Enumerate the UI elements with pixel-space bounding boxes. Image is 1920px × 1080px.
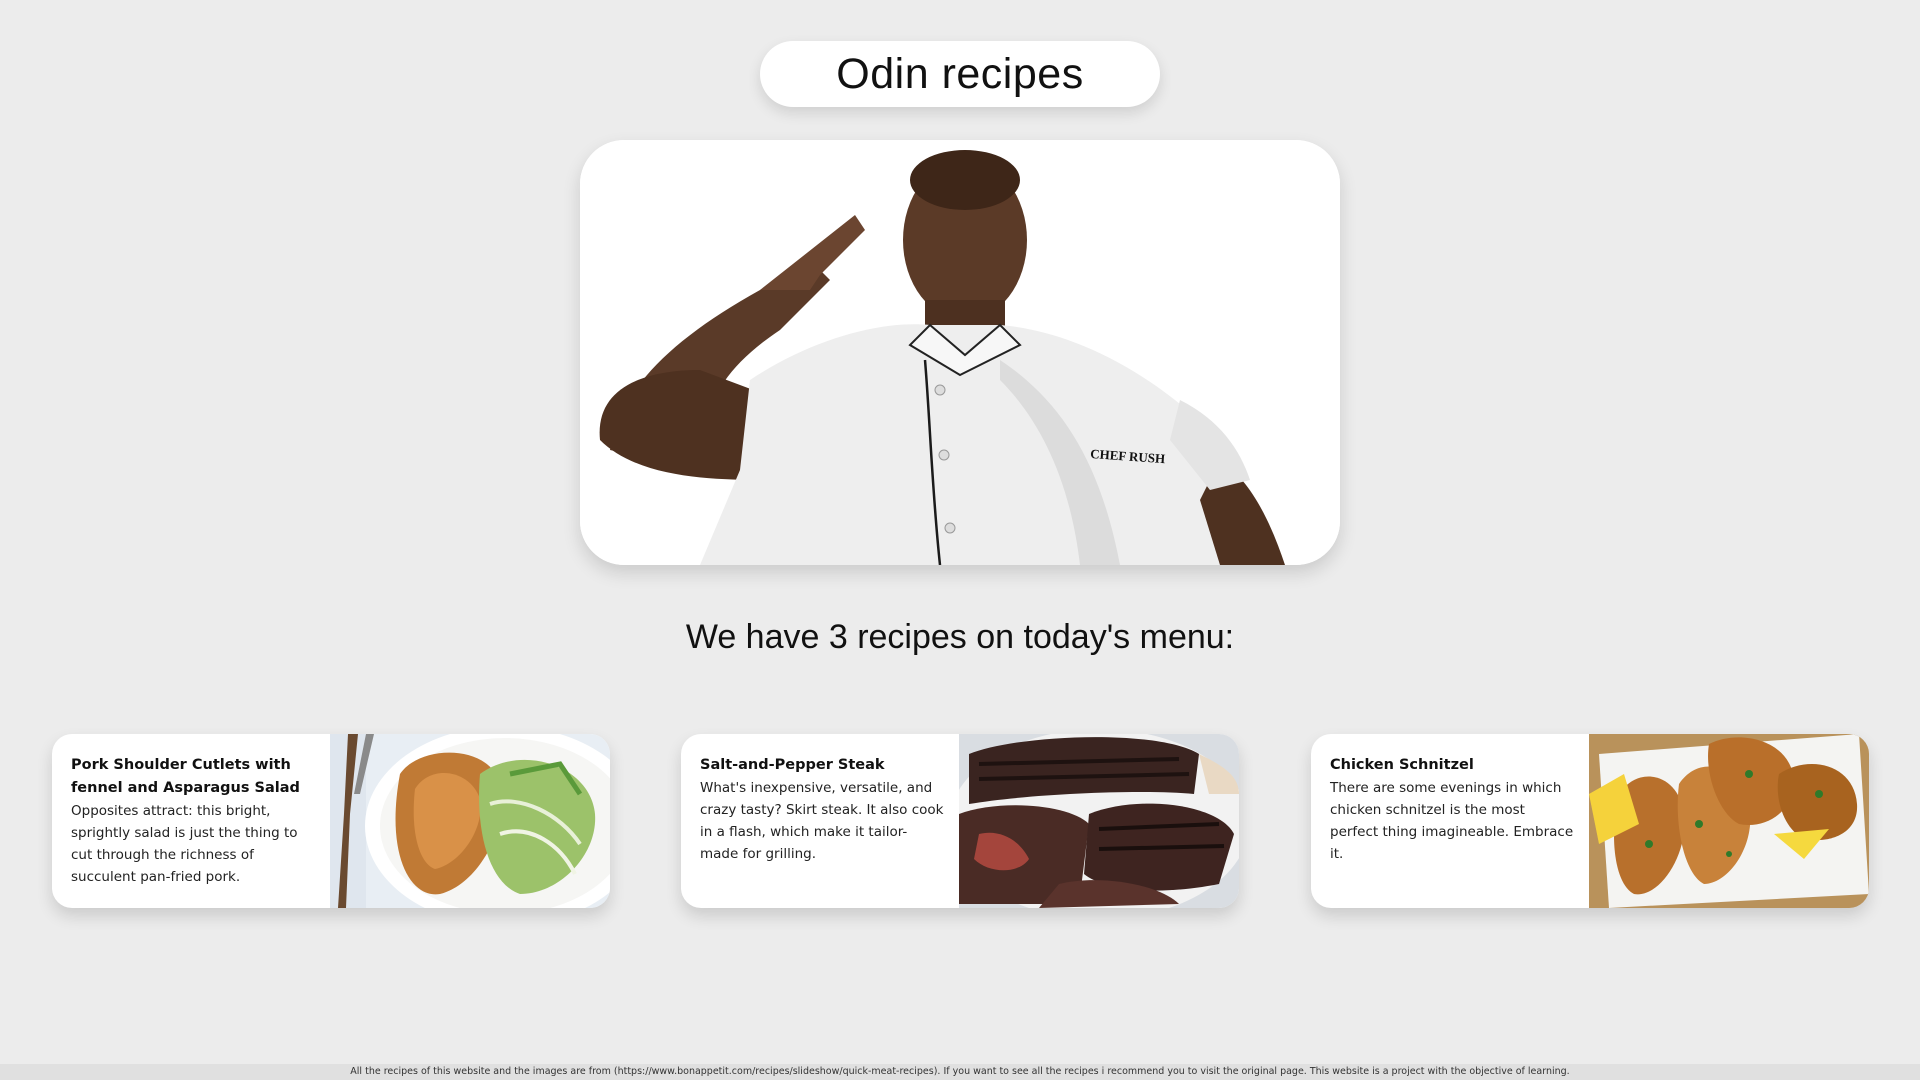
recipe-image-steak[interactable] xyxy=(959,734,1239,908)
recipe-card-chicken[interactable]: Chicken Schnitzel There are some evening… xyxy=(1311,734,1869,908)
site-title: Odin recipes xyxy=(836,49,1084,98)
recipe-description: What's inexpensive, versatile, and crazy… xyxy=(700,780,944,862)
recipe-card-text: Salt-and-Pepper Steak What's inexpensive… xyxy=(681,734,959,908)
recipe-image-chicken[interactable] xyxy=(1589,734,1869,908)
footer-credits: All the recipes of this website and the … xyxy=(0,1064,1920,1080)
chicken-schnitzel-illustration xyxy=(1589,734,1869,908)
recipe-card-steak[interactable]: Salt-and-Pepper Steak What's inexpensive… xyxy=(681,734,1239,908)
recipe-card-pork[interactable]: Pork Shoulder Cutlets with fennel and As… xyxy=(52,734,610,908)
recipe-description: Opposites attract: this bright, sprightl… xyxy=(71,803,298,885)
recipe-title[interactable]: Salt-and-Pepper Steak xyxy=(700,754,945,777)
recipe-title[interactable]: Chicken Schnitzel xyxy=(1330,754,1575,777)
recipe-description: There are some evenings in which chicken… xyxy=(1330,780,1574,862)
recipe-card-text: Chicken Schnitzel There are some evening… xyxy=(1311,734,1589,908)
recipe-card-text: Pork Shoulder Cutlets with fennel and As… xyxy=(52,734,330,908)
menu-subheading: We have 3 recipes on today's menu: xyxy=(685,618,1235,656)
chef-saluting-illustration: CHEF RUSH xyxy=(580,140,1340,565)
steak-illustration xyxy=(959,734,1239,908)
recipe-image-pork[interactable] xyxy=(330,734,610,908)
site-title-pill: Odin recipes xyxy=(760,41,1160,107)
recipe-title[interactable]: Pork Shoulder Cutlets with fennel and As… xyxy=(71,754,316,800)
hero-image: CHEF RUSH xyxy=(580,140,1340,565)
pork-salad-illustration xyxy=(330,734,610,908)
